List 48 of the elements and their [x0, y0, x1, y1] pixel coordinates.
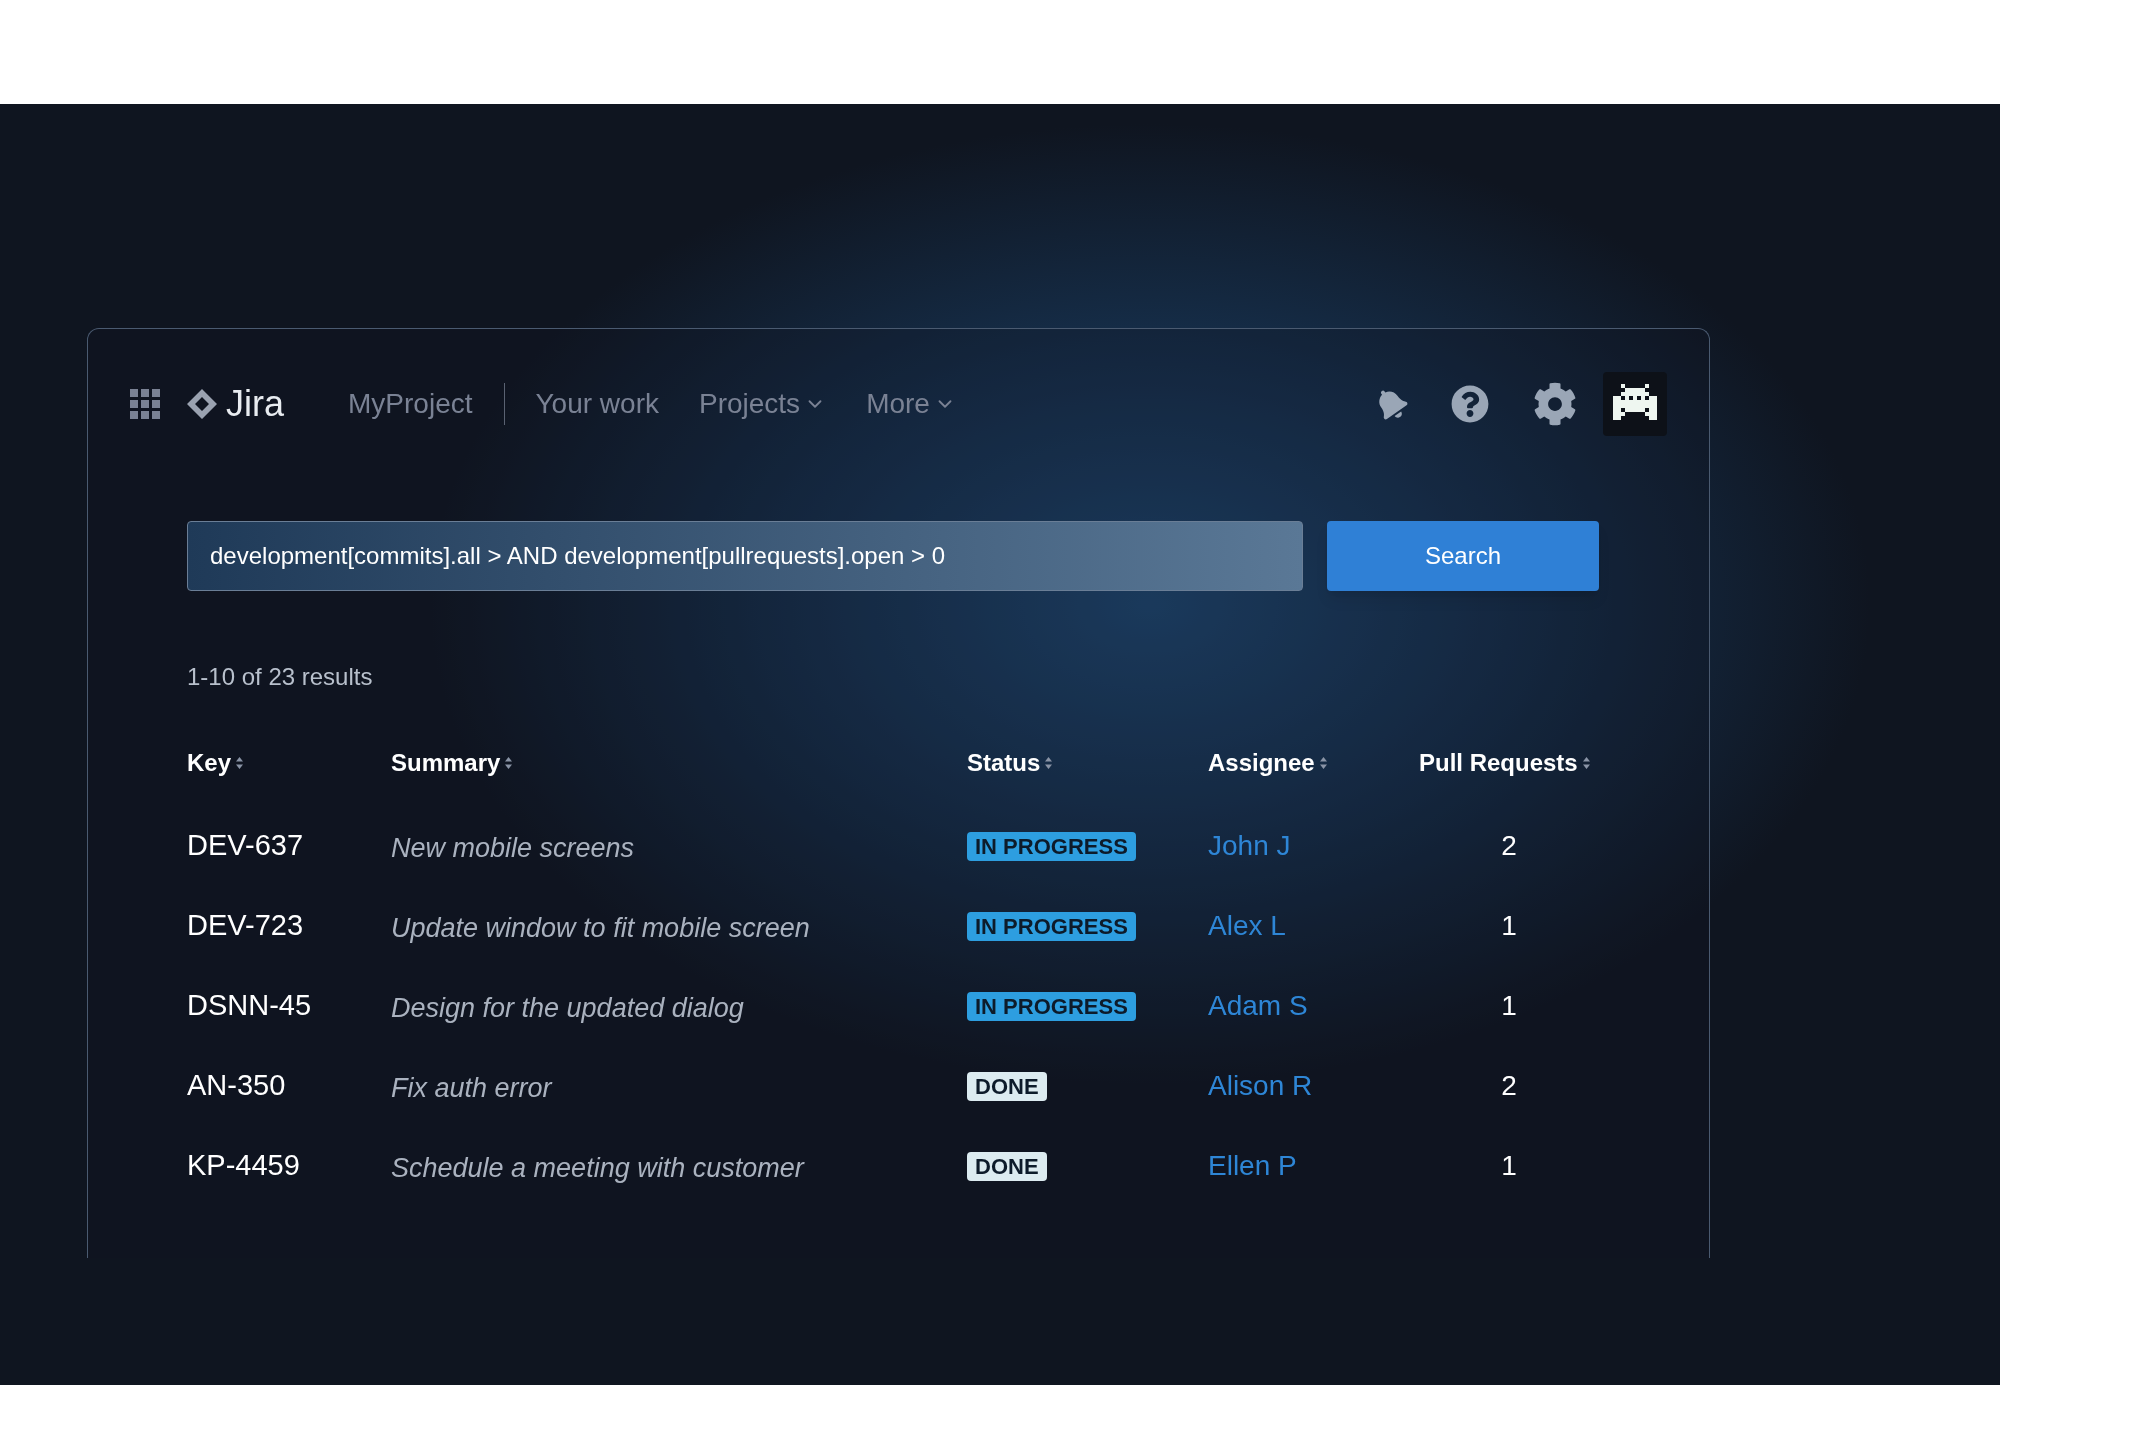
search-button[interactable]: Search: [1327, 521, 1599, 591]
column-header[interactable]: Summary: [391, 745, 501, 781]
status-badge: IN PROGRESS: [967, 911, 1136, 941]
search-field[interactable]: development[commits].all > AND development[pullrequests].open > 0: [187, 521, 1303, 591]
diamond-logo-icon: [186, 388, 218, 420]
sort-icon: [1581, 756, 1591, 770]
project-link[interactable]: MyProject: [348, 383, 473, 425]
issue-key[interactable]: KP-4459: [187, 1149, 300, 1182]
assignee-link[interactable]: Alex L: [1208, 910, 1286, 941]
column-header[interactable]: Status: [967, 745, 1041, 781]
issue-summary: Fix auth error: [391, 1072, 552, 1103]
sort-icon: [504, 756, 514, 770]
column-header[interactable]: Assignee: [1208, 745, 1315, 781]
column-header[interactable]: Key: [187, 745, 232, 781]
sort-icon: [1318, 756, 1328, 770]
nav-link[interactable]: More: [866, 383, 956, 425]
issue-summary: Design for the updated dialog: [391, 992, 744, 1023]
avatar[interactable]: [1603, 372, 1667, 436]
results-count: 1-10 of 23 results: [187, 662, 373, 692]
status-badge: DONE: [967, 1151, 1047, 1181]
pull-request-count: 1: [1501, 1149, 1517, 1183]
issue-key[interactable]: AN-350: [187, 1069, 286, 1102]
pull-request-count: 2: [1501, 1069, 1517, 1103]
assignee-link[interactable]: John J: [1208, 830, 1291, 861]
app-grid-icon: [130, 389, 160, 419]
issue-key[interactable]: DEV-637: [187, 829, 304, 862]
logo-text: Jira: [226, 382, 284, 426]
sort-icon: [235, 756, 245, 770]
nav-link[interactable]: Your work: [535, 383, 659, 425]
status-badge: IN PROGRESS: [967, 831, 1136, 861]
assignee-link[interactable]: Alison R: [1208, 1070, 1313, 1101]
pull-request-count: 1: [1501, 909, 1517, 943]
settings-icon[interactable]: [1533, 382, 1577, 426]
nav-link[interactable]: Projects: [698, 383, 827, 425]
column-header[interactable]: Pull Requests: [1419, 745, 1578, 781]
pull-request-count: 2: [1501, 829, 1517, 863]
issue-key[interactable]: DEV-723: [187, 909, 304, 942]
issue-summary: Update window to fit mobile screen: [391, 912, 810, 943]
assignee-link[interactable]: Adam S: [1208, 990, 1308, 1021]
issue-summary: New mobile screens: [391, 832, 635, 863]
issue-key[interactable]: DSNN-45: [187, 989, 312, 1022]
issue-summary: Schedule a meeting with customer: [391, 1152, 804, 1183]
sort-icon: [1044, 756, 1054, 770]
assignee-link[interactable]: Ellen P: [1208, 1150, 1297, 1181]
status-badge: DONE: [967, 1071, 1047, 1101]
status-badge: IN PROGRESS: [967, 991, 1136, 1021]
pull-request-count: 1: [1501, 989, 1517, 1023]
help-icon[interactable]: [1451, 385, 1489, 423]
